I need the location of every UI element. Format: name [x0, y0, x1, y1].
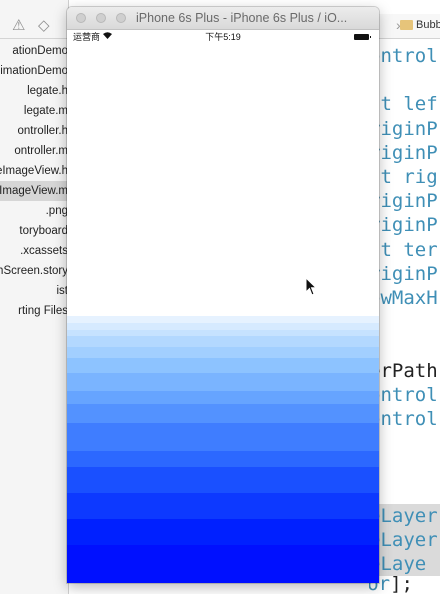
- navigator-item[interactable]: hScreen.story: [0, 261, 68, 281]
- code-line: owMaxH: [369, 287, 438, 309]
- folder-icon: [400, 20, 413, 30]
- code-editor[interactable]: eLaye eLayer eLayer ontrol ontrol erPath owMax…: [369, 40, 440, 594]
- navigator-item[interactable]: rting Files: [0, 301, 68, 321]
- title-bar[interactable]: iPhone 6s Plus - iPhone 6s Plus / iO...: [67, 7, 379, 30]
- app-screen[interactable]: [67, 44, 379, 583]
- navigator-item-label: imationDemo: [0, 65, 68, 77]
- navigator-item[interactable]: ist: [0, 281, 69, 301]
- wave-band: [67, 316, 379, 323]
- minimize-button[interactable]: [96, 13, 106, 23]
- zoom-button[interactable]: [116, 13, 126, 23]
- file-list: ationDemo imationDemo legate.h legate.m ontr…: [0, 41, 68, 321]
- code-line: eLayer: [369, 503, 440, 528]
- close-button[interactable]: [76, 13, 86, 23]
- diamond-icon[interactable]: ◇: [38, 16, 50, 34]
- navigator-item-label: .xcassets: [20, 245, 68, 257]
- navigator-item-label: hScreen.story: [0, 265, 68, 277]
- code-line: ontrol: [369, 45, 438, 67]
- navigator-item[interactable]: legate.m: [0, 101, 68, 121]
- wave-band: [67, 423, 379, 451]
- navigator-item[interactable]: ationDemo: [0, 41, 68, 61]
- wave-band: [67, 373, 379, 391]
- code-line: riginP: [369, 214, 438, 237]
- navigator-item[interactable]: leImageView.m: [0, 181, 68, 201]
- navigator-item[interactable]: .png: [0, 201, 68, 221]
- navigator-item-label: legate.m: [23, 105, 68, 117]
- wave-band: [67, 451, 379, 467]
- navigator-item-label: ontroller.m: [14, 145, 68, 157]
- navigator-item-label: leImageView.m: [0, 185, 68, 197]
- wave-band: [67, 493, 379, 519]
- navigator-item-label: ontroller.h: [17, 125, 68, 137]
- status-bar: 运营商 下午5:19: [67, 30, 379, 44]
- navigator-item[interactable]: leImageView.h: [0, 161, 68, 181]
- code-line: riginP: [369, 262, 438, 285]
- mouse-pointer-icon: [305, 277, 318, 296]
- project-navigator: ⚠ ◇ ationDemo imationDemo legate.h legate.m…: [0, 0, 69, 594]
- wave-band: [67, 336, 379, 347]
- wave-band: [67, 358, 379, 373]
- navigator-item[interactable]: ontroller.m: [0, 141, 68, 161]
- jump-bar-folder[interactable]: Bubbl: [416, 19, 440, 31]
- window-title: iPhone 6s Plus - iPhone 6s Plus / iO...: [136, 11, 348, 25]
- wave-band: [67, 404, 379, 423]
- code-line: riginP: [369, 141, 438, 164]
- code-line: nt ter: [369, 238, 438, 261]
- code-line: erPath: [369, 359, 438, 382]
- simulator-window: iPhone 6s Plus - iPhone 6s Plus / iO... …: [67, 7, 379, 583]
- code-line: eLayer: [369, 528, 440, 552]
- code-line: riginP: [369, 190, 438, 213]
- jump-bar[interactable]: o › Bubbl: [369, 14, 440, 39]
- navigator-item[interactable]: .xcassets: [0, 241, 68, 261]
- navigator-item-label: toryboard: [19, 225, 68, 237]
- code-line: riginP: [369, 117, 438, 140]
- navigator-item[interactable]: ontroller.h: [0, 121, 68, 141]
- navigator-item-label: rting Files: [18, 305, 68, 317]
- status-time: 下午5:19: [205, 32, 241, 42]
- navigator-item-label: legate.h: [27, 85, 68, 97]
- wave-band: [67, 391, 379, 404]
- wave-band: [67, 519, 379, 545]
- code-line: nt rig: [369, 166, 438, 188]
- wave-band: [67, 467, 379, 493]
- warning-icon[interactable]: ⚠: [12, 16, 25, 34]
- navigator-item[interactable]: toryboard: [0, 221, 68, 241]
- navigator-item-label: .png: [45, 205, 68, 217]
- code-line: ontrol: [369, 408, 438, 430]
- navigator-item-label: ationDemo: [12, 45, 68, 57]
- wave-band: [67, 545, 379, 583]
- code-line: ontrol: [369, 383, 438, 406]
- gradient-wave: [67, 316, 379, 583]
- navigator-item[interactable]: imationDemo: [0, 61, 68, 81]
- code-line: nt lef: [369, 93, 438, 116]
- wave-band: [67, 323, 379, 330]
- battery-icon: [354, 34, 371, 40]
- navigator-item[interactable]: legate.h: [0, 81, 68, 101]
- wave-band: [67, 347, 379, 358]
- navigator-toolbar: ⚠ ◇: [0, 12, 68, 39]
- navigator-item-label: leImageView.h: [0, 165, 68, 177]
